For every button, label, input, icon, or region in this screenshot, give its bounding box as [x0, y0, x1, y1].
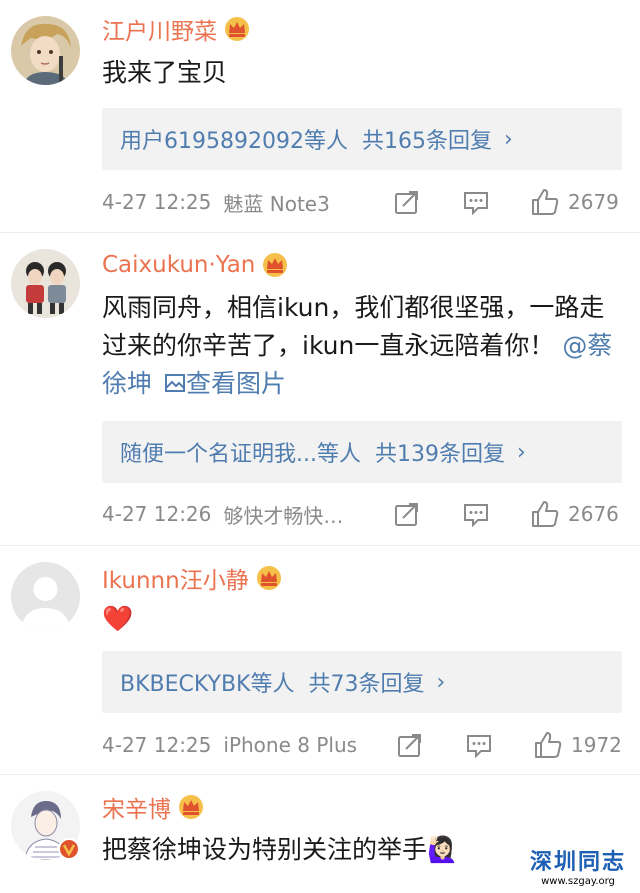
watermark: 深圳同志 www.szgay.org — [522, 844, 634, 887]
like-button[interactable]: 2679 — [530, 185, 619, 219]
reply-summary-button[interactable]: 随便一个名证明我...等人 共139条回复 › — [102, 421, 622, 483]
comment-button[interactable] — [465, 728, 493, 762]
like-button[interactable]: 1972 — [533, 728, 622, 762]
comment-button[interactable] — [462, 497, 490, 531]
avatar[interactable] — [11, 791, 80, 860]
like-button[interactable]: 2676 — [530, 497, 619, 531]
username-row: Ikunnn汪小静 — [102, 562, 283, 594]
comment-item: Caixukun·Yan 风雨同舟，相信ikun，我们都很坚强，一路走过来的你辛… — [0, 233, 640, 541]
username[interactable]: 宋辛博 — [102, 790, 171, 824]
image-icon — [164, 374, 185, 392]
verified-badge-icon — [58, 838, 80, 860]
forward-button[interactable] — [393, 497, 421, 531]
comment-icon — [464, 192, 488, 216]
like-count: 2676 — [568, 502, 619, 526]
avatar[interactable] — [11, 16, 80, 85]
username-row: Caixukun·Yan — [102, 249, 289, 281]
comment-item: Ikunnn汪小静 ❤️ BKBECKYBK等人 共73条回复 › 4-27 1… — [0, 546, 640, 774]
thumbs-up-icon — [532, 501, 559, 527]
comment-icon — [464, 504, 488, 528]
source-device: iPhone 8 Plus — [223, 733, 358, 757]
comment-item: 江户川野菜 我来了宝贝 用户6195892092等人 共165条回复 › 4-2… — [0, 0, 640, 232]
source-device: 魅蓝 Note3 — [223, 191, 330, 216]
reply-users: BKBECKYBK等人 — [120, 672, 295, 697]
username[interactable]: 江户川野菜 — [102, 12, 217, 46]
comment-text: 把蔡徐坤设为特别关注的举手🙋🏻‍♀️ — [102, 835, 459, 864]
reply-count: 共73条回复 — [308, 672, 425, 697]
chevron-right-icon: › — [436, 669, 446, 695]
thumbs-up-icon — [532, 189, 559, 215]
comment-meta: 4-27 12:26 够快才畅快… — [102, 497, 343, 531]
comment-meta: 4-27 12:25 iPhone 8 Plus — [102, 728, 357, 762]
username[interactable]: Ikunnn汪小静 — [102, 561, 249, 595]
watermark-url: www.szgay.org — [522, 876, 634, 887]
thumbs-up-icon — [535, 732, 562, 758]
reply-count: 共165条回复 — [361, 129, 492, 154]
comment-body: 风雨同舟，相信ikun，我们都很坚强，一路走过来的你辛苦了，ikun一直永远陪着… — [102, 293, 605, 360]
username-row: 宋辛博 — [102, 791, 205, 823]
reply-count: 共139条回复 — [374, 442, 505, 467]
chevron-right-icon: › — [503, 126, 513, 152]
forward-icon — [395, 191, 418, 214]
source-device: 够快才畅快… — [223, 503, 344, 528]
forward-icon — [395, 503, 418, 526]
view-picture-label: 查看图片 — [185, 369, 286, 398]
comment-text: 风雨同舟，相信ikun，我们都很坚强，一路走过来的你辛苦了，ikun一直永远陪着… — [102, 289, 622, 403]
chevron-right-icon: › — [516, 439, 526, 465]
forward-button[interactable] — [393, 185, 421, 219]
avatar[interactable] — [11, 249, 80, 318]
comment-button[interactable] — [462, 185, 490, 219]
timestamp: 4-27 12:25 — [102, 733, 212, 757]
like-count: 1972 — [571, 733, 622, 757]
comment-text: 我来了宝贝 — [102, 58, 228, 87]
username-row: 江户川野菜 — [102, 13, 251, 45]
reply-users: 随便一个名证明我...等人 — [120, 442, 361, 467]
forward-button[interactable] — [396, 728, 424, 762]
comment-text: ❤️ — [102, 604, 134, 633]
crown-icon — [263, 253, 288, 277]
comment-meta: 4-27 12:25 魅蓝 Note3 — [102, 185, 330, 219]
like-count: 2679 — [568, 190, 619, 214]
watermark-title: 深圳同志 — [529, 850, 626, 875]
timestamp: 4-27 12:26 — [102, 502, 212, 526]
timestamp: 4-27 12:25 — [102, 190, 212, 214]
crown-icon — [256, 566, 281, 590]
reply-users: 用户6195892092等人 — [120, 129, 348, 154]
username[interactable]: Caixukun·Yan — [102, 252, 255, 278]
forward-icon — [398, 734, 421, 757]
reply-summary-button[interactable]: 用户6195892092等人 共165条回复 › — [102, 108, 622, 170]
comment-icon — [467, 735, 491, 759]
reply-summary-button[interactable]: BKBECKYBK等人 共73条回复 › — [102, 651, 622, 713]
crown-icon — [225, 17, 249, 41]
view-picture-link[interactable]: 查看图片 — [160, 369, 286, 398]
crown-icon — [179, 795, 203, 819]
avatar[interactable] — [11, 562, 80, 631]
